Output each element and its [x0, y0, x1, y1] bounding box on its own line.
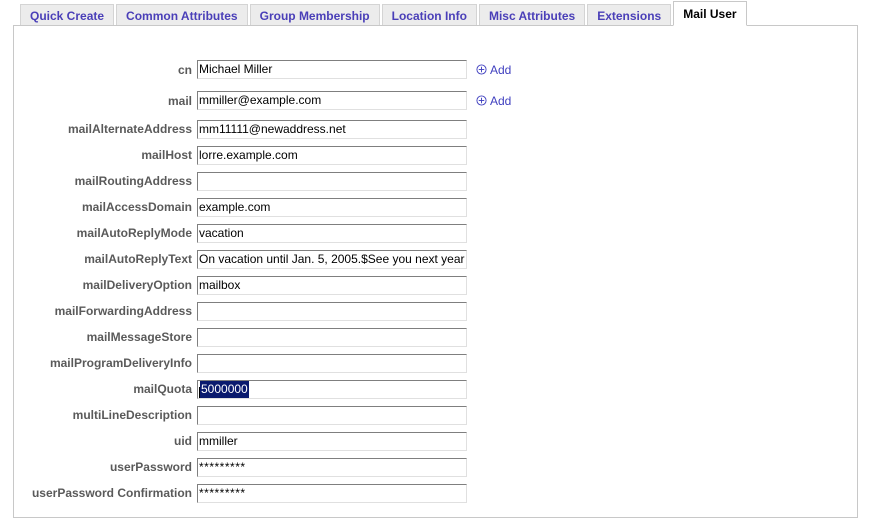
input-multiLineDescription[interactable]: [197, 405, 467, 425]
input-value: Michael Miller: [199, 62, 273, 76]
add-mail-button[interactable]: Add: [476, 95, 511, 107]
input-value: example.com: [199, 199, 271, 214]
tab-label: Common Attributes: [126, 9, 238, 23]
input-value: vacation: [199, 225, 244, 240]
field-row: mail mmiller@example.com Add: [14, 85, 859, 116]
field-label: mailAlternateAddress: [67, 122, 192, 136]
tab-label: Quick Create: [30, 9, 105, 23]
field-label: mailQuota: [133, 382, 192, 396]
input-mailAutoReplyText[interactable]: On vacation until Jan. 5, 2005.$See you …: [197, 249, 467, 269]
input-userPassword[interactable]: *********: [197, 457, 467, 477]
input-mailHost[interactable]: lorre.example.com: [197, 145, 467, 165]
field-label: userPassword Confirmation: [31, 486, 192, 500]
field-label: mailAutoReplyMode: [76, 226, 192, 240]
tab-common-attributes[interactable]: Common Attributes: [116, 4, 248, 26]
field-row: mailAutoReplyMode vacation: [14, 220, 859, 246]
tab-mail-user[interactable]: Mail User: [673, 1, 747, 26]
tab-bar: Quick Create Common Attributes Group Membe…: [0, 0, 869, 26]
add-cn-button[interactable]: Add: [476, 64, 511, 76]
field-label: userPassword: [109, 460, 192, 474]
field-label: uid: [174, 434, 192, 448]
input-mailAccessDomain[interactable]: example.com: [197, 197, 467, 217]
tab-label: Extensions: [597, 9, 662, 23]
input-mailProgramDeliveryInfo[interactable]: [197, 353, 467, 373]
field-row: mailProgramDeliveryInfo: [14, 350, 859, 376]
input-mail[interactable]: mmiller@example.com: [197, 91, 467, 110]
field-label: multiLineDescription: [72, 408, 192, 422]
field-row: userPassword *********: [14, 454, 859, 480]
input-mailDeliveryOption[interactable]: mailbox: [197, 275, 467, 295]
input-value: mailbox: [199, 277, 241, 292]
field-label: mail: [167, 93, 192, 108]
tab-location-info[interactable]: Location Info: [381, 4, 477, 26]
field-list: cn Michael Miller Add mail mmiller@example.c…: [14, 26, 859, 506]
field-label: mailAutoReplyText: [84, 252, 192, 266]
tab-label: Group Membership: [259, 9, 370, 23]
input-value: *********: [199, 459, 246, 474]
input-uid[interactable]: mmiller: [197, 431, 467, 451]
field-row: cn Michael Miller Add: [14, 54, 859, 85]
field-row: mailAutoReplyText On vacation until Jan. …: [14, 246, 859, 272]
input-value: mm11111@newaddress.net: [199, 121, 346, 136]
field-row: mailAlternateAddress mm11111@newaddress.n…: [14, 116, 859, 142]
field-row: mailMessageStore: [14, 324, 859, 350]
input-value: 5000000: [200, 380, 249, 398]
tab-group-membership[interactable]: Group Membership: [249, 4, 380, 26]
tab-label: Location Info: [391, 9, 467, 23]
field-label: mailMessageStore: [86, 330, 192, 344]
tab-label: Misc Attributes: [488, 9, 576, 23]
input-mailAutoReplyMode[interactable]: vacation: [197, 223, 467, 243]
tab-quick-create[interactable]: Quick Create: [20, 4, 115, 26]
field-row: userPassword Confirmation *********: [14, 480, 859, 506]
tab-label: Mail User: [683, 7, 737, 21]
field-label: mailAccessDomain: [81, 200, 192, 214]
add-label: Add: [490, 93, 512, 108]
mail-user-form-panel: cn Michael Miller Add mail mmiller@example.c…: [13, 25, 858, 518]
field-label: mailHost: [141, 148, 192, 162]
input-mailMessageStore[interactable]: [197, 327, 467, 347]
field-row: mailAccessDomain example.com: [14, 194, 859, 220]
field-label: mailForwardingAddress: [54, 304, 192, 318]
field-row: uid mmiller: [14, 428, 859, 454]
input-value: lorre.example.com: [199, 147, 298, 162]
tab-misc-attributes[interactable]: Misc Attributes: [478, 4, 586, 26]
circle-plus-icon: [476, 95, 487, 106]
tab-extensions[interactable]: Extensions: [587, 4, 672, 26]
input-mailAlternateAddress[interactable]: mm11111@newaddress.net: [197, 119, 467, 139]
input-mailQuota[interactable]: 5000000: [197, 379, 467, 399]
input-userPassword-Confirmation[interactable]: *********: [197, 483, 467, 503]
field-row: mailDeliveryOption mailbox: [14, 272, 859, 298]
field-row: mailQuota 5000000: [14, 376, 859, 402]
field-label: mailProgramDeliveryInfo: [49, 356, 192, 370]
field-label: cn: [177, 62, 192, 77]
field-label: mailRoutingAddress: [74, 174, 192, 188]
input-mailRoutingAddress[interactable]: [197, 171, 467, 191]
input-value: On vacation until Jan. 5, 2005.$See you …: [199, 251, 465, 266]
input-value: mmiller@example.com: [199, 93, 322, 107]
field-row: mailForwardingAddress: [14, 298, 859, 324]
field-row: multiLineDescription: [14, 402, 859, 428]
field-row: mailHost lorre.example.com: [14, 142, 859, 168]
circle-plus-icon: [476, 64, 487, 75]
input-cn[interactable]: Michael Miller: [197, 60, 467, 79]
add-label: Add: [490, 62, 512, 77]
field-row: mailRoutingAddress: [14, 168, 859, 194]
field-label: mailDeliveryOption: [82, 278, 192, 292]
input-mailForwardingAddress[interactable]: [197, 301, 467, 321]
input-value: mmiller: [199, 433, 238, 448]
input-value: *********: [199, 485, 246, 500]
